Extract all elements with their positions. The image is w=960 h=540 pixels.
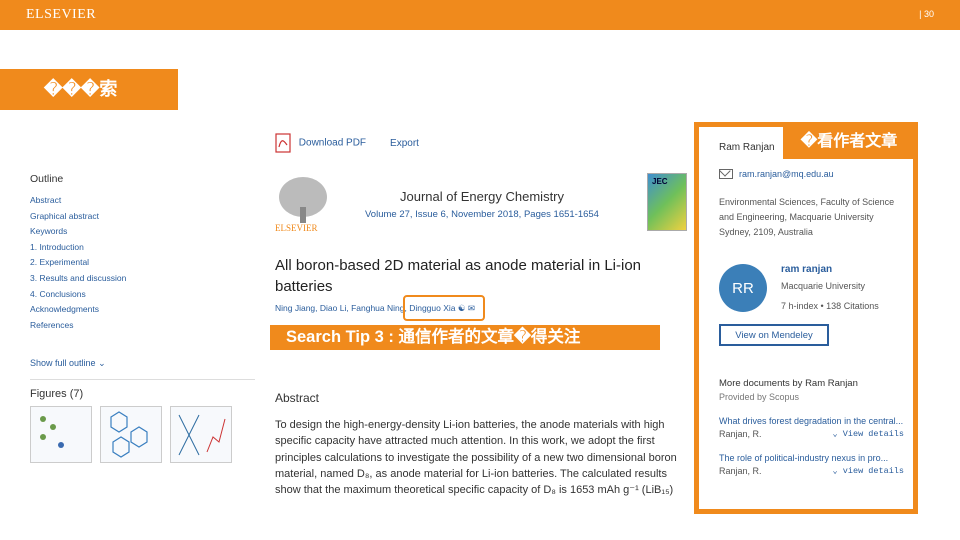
top-bar: ELSEVIER | 30 — [0, 0, 960, 30]
outline-item[interactable]: References — [30, 320, 255, 330]
list-item: What drives forest degradation in the ce… — [719, 416, 904, 439]
document-meta: Ranjan, R. ⌄ view details — [719, 466, 904, 476]
abstract-line: specific capacity have attracted much at… — [275, 435, 655, 448]
outline-item[interactable]: Keywords — [30, 226, 255, 236]
brand-logo-text: ELSEVIER — [26, 7, 97, 22]
abstract-text: To design the high-energy-density Li-ion… — [275, 417, 677, 498]
outline-item[interactable]: 1. Introduction — [30, 242, 255, 252]
document-title-link[interactable]: The role of political-industry nexus in … — [719, 453, 904, 463]
figure-thumbnail[interactable] — [30, 405, 92, 463]
outline-item[interactable]: Graphical abstract — [30, 211, 255, 221]
journal-header: ELSEVIER Journal of Energy Chemistry Vol… — [275, 173, 687, 233]
journal-cover[interactable]: JEC — [647, 173, 687, 231]
chevron-down-icon: ⌄ — [98, 357, 106, 368]
author-email[interactable]: ram.ranjan@mq.edu.au — [719, 169, 904, 179]
publisher-label: ELSEVIER — [275, 223, 318, 233]
search-tip-banner: Search Tip 3 : 通信作者的文章�得关注 — [270, 325, 660, 350]
paper-title: All boron-based 2D material as anode mat… — [275, 257, 642, 295]
outline-item[interactable]: 4. Conclusions — [30, 289, 255, 299]
document-author: Ranjan, R. — [719, 466, 762, 476]
view-on-mendeley-button[interactable]: View on Mendeley — [719, 324, 829, 346]
view-details-label: View details — [842, 429, 904, 439]
abstract-line: show that the maximum theoretical specif… — [275, 484, 674, 497]
abstract-line: material, named D₈, as anode material fo… — [275, 467, 667, 480]
download-pdf-link[interactable]: Download PDF — [275, 133, 366, 153]
cover-label: JEC — [652, 177, 668, 186]
provided-by-label: Provided by Scopus — [719, 392, 800, 402]
view-details-link[interactable]: ⌄ view details — [833, 466, 904, 476]
more-documents-heading: More documents by Ram Ranjan — [719, 378, 858, 389]
show-full-outline-label: Show full outline — [30, 357, 96, 368]
author-email-address[interactable]: ram.ranjan@mq.edu.au — [739, 169, 834, 179]
avatar: RR — [719, 264, 767, 312]
chevron-down-icon: ⌄ — [832, 466, 838, 476]
mail-icon — [719, 169, 733, 179]
abstract-heading: Abstract — [275, 391, 320, 405]
view-details-label: view details — [842, 466, 904, 476]
download-pdf-label: Download PDF — [298, 137, 367, 149]
outline-item[interactable]: 3. Results and discussion — [30, 273, 255, 283]
profile-name[interactable]: ram ranjan — [781, 264, 879, 275]
structure-plot-icon — [178, 414, 226, 455]
view-author-articles-label: �看作者文章 — [783, 125, 915, 159]
article-toolbar: Download PDF Export — [275, 133, 419, 153]
figure-thumbnail[interactable] — [100, 405, 162, 463]
author-profile: RR ram ranjan Macquarie University 7 h-i… — [719, 264, 904, 312]
show-full-outline-link[interactable]: Show full outline ⌄ — [30, 358, 255, 369]
profile-stats: 7 h-index • 138 Citations — [781, 301, 879, 311]
pdf-icon — [275, 133, 291, 153]
chevron-down-icon: ⌄ — [832, 429, 838, 439]
slide-title: ���索 — [0, 69, 178, 110]
abstract-line: To design the high-energy-density Li-ion… — [275, 419, 665, 431]
profile-university: Macquarie University — [781, 281, 866, 291]
elsevier-tree-logo: ELSEVIER — [275, 177, 327, 233]
outline-item[interactable]: Abstract — [30, 195, 255, 205]
document-author: Ranjan, R. — [719, 429, 762, 439]
outline-heading: Outline — [30, 173, 64, 185]
abstract-line: principles calculations to investigate t… — [275, 451, 677, 464]
outline-item[interactable]: Acknowledgments — [30, 304, 255, 314]
page-number: | 30 — [919, 9, 934, 19]
document-meta: Ranjan, R. ⌄ View details — [719, 429, 904, 439]
document-title-link[interactable]: What drives forest degradation in the ce… — [719, 416, 904, 426]
journal-name[interactable]: Journal of Energy Chemistry — [400, 189, 564, 204]
outline-panel: Outline Abstract Graphical abstract Keyw… — [30, 173, 255, 463]
figure-thumbnail[interactable] — [170, 405, 232, 463]
author-highlight-box — [403, 295, 485, 321]
journal-volume[interactable]: Volume 27, Issue 6, November 2018, Pages… — [365, 209, 599, 220]
figures-heading: Figures (7) — [30, 387, 84, 400]
lattice-structure-icon — [110, 411, 148, 458]
author-affiliation: Environmental Sciences, Faculty of Scien… — [719, 197, 895, 237]
list-item: The role of political-industry nexus in … — [719, 453, 904, 476]
figure-thumbnails — [30, 405, 255, 463]
view-details-link[interactable]: ⌄ View details — [833, 429, 904, 439]
divider — [30, 378, 255, 380]
export-link[interactable]: Export — [390, 138, 419, 149]
boron-structure-icon — [40, 415, 64, 448]
author-panel-content: Ram Ranjan ram.ranjan@mq.edu.au Environm… — [719, 142, 904, 476]
author-detail-panel: Ram Ranjan ram.ranjan@mq.edu.au Environm… — [694, 122, 918, 514]
outline-item[interactable]: 2. Experimental — [30, 257, 255, 267]
